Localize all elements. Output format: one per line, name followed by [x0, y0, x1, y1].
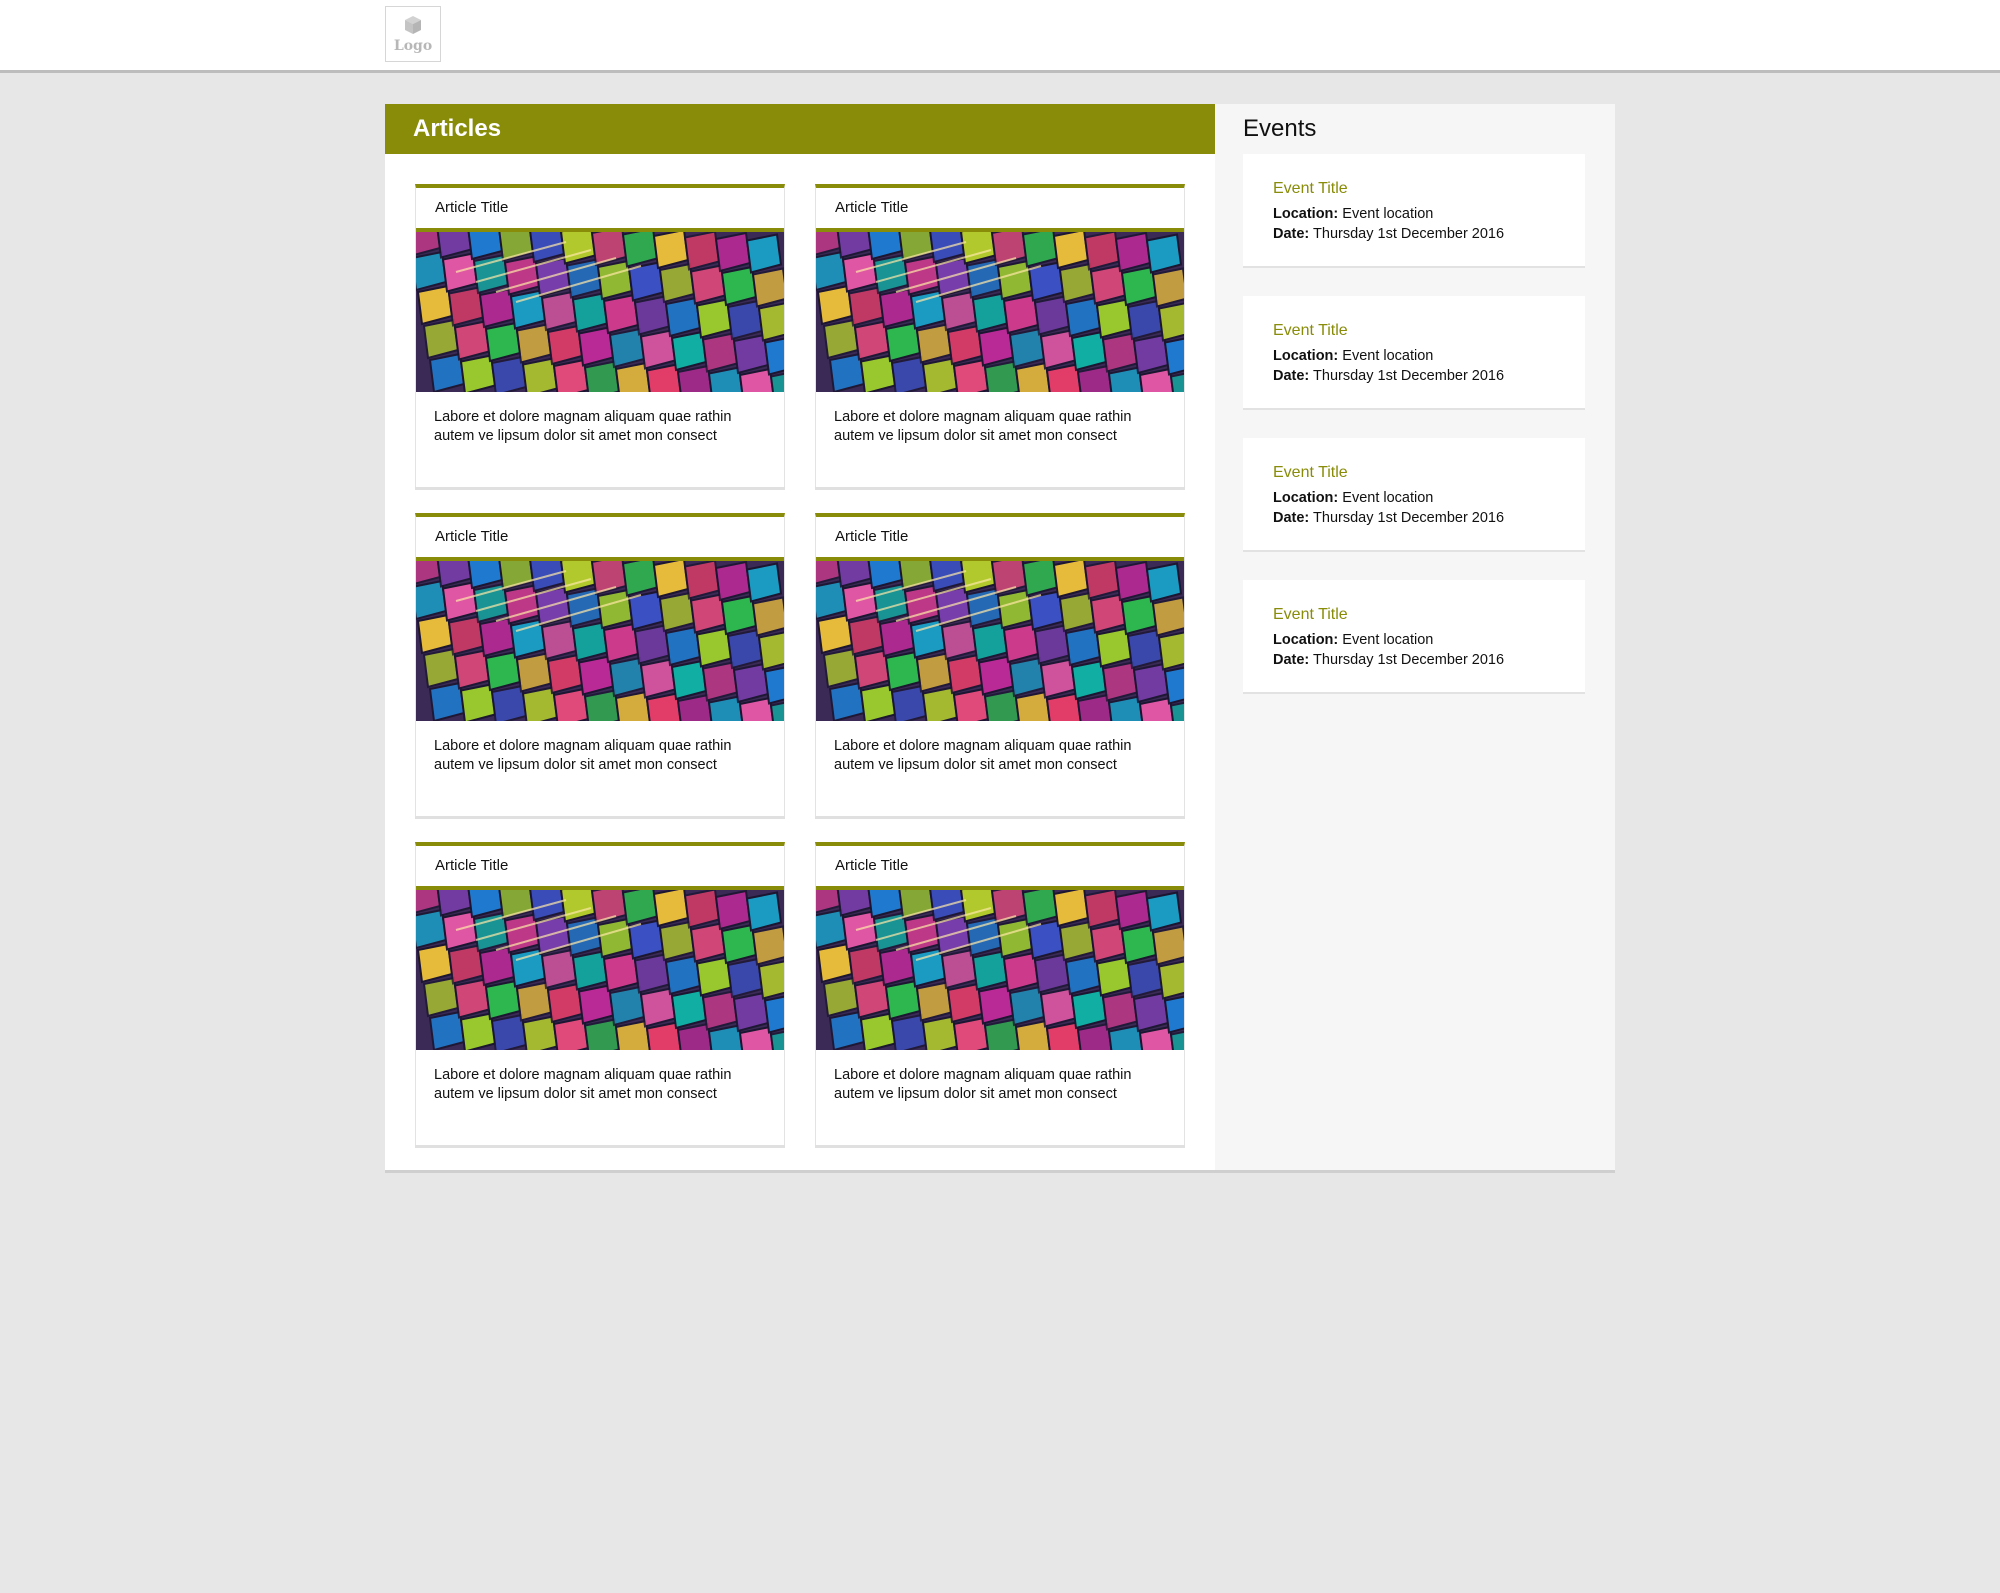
top-bar: Logo	[0, 0, 2000, 73]
article-excerpt: Labore et dolore magnam aliquam quae rat…	[834, 409, 1132, 444]
event-date: Date: Thursday 1st December 2016	[1273, 226, 1505, 242]
article-card[interactable]: Article Title Labore et dolore magnam al…	[815, 842, 1185, 1145]
article-excerpt: Labore et dolore magnam aliquam quae rat…	[834, 738, 1132, 773]
article-image[interactable]	[816, 890, 1184, 1050]
event-date: Date: Thursday 1st December 2016	[1273, 368, 1505, 384]
article-card[interactable]: Article Title Labore et dolore magnam al…	[415, 513, 785, 816]
events-sidebar: Events Event Title Location: Event locat…	[1215, 104, 1615, 1170]
article-card[interactable]: Article Title Labore et dolore magnam al…	[815, 513, 1185, 816]
article-title[interactable]: Article Title	[416, 846, 784, 890]
article-image[interactable]	[416, 561, 784, 721]
article-excerpt: Labore et dolore magnam aliquam quae rat…	[434, 409, 732, 444]
event-card[interactable]: Event Title Location: Event location Dat…	[1243, 154, 1585, 266]
articles-section: Articles Article Title Labore et dolore …	[385, 104, 1215, 1170]
event-card[interactable]: Event Title Location: Event location Dat…	[1243, 296, 1585, 408]
logo[interactable]: Logo	[385, 6, 441, 62]
article-image[interactable]	[816, 232, 1184, 392]
article-image[interactable]	[416, 890, 784, 1050]
article-title[interactable]: Article Title	[816, 846, 1184, 890]
event-location: Location: Event location	[1273, 348, 1434, 364]
event-card[interactable]: Event Title Location: Event location Dat…	[1243, 580, 1585, 692]
event-title[interactable]: Event Title	[1273, 322, 1585, 340]
event-title[interactable]: Event Title	[1273, 606, 1585, 624]
article-title[interactable]: Article Title	[816, 517, 1184, 561]
article-card[interactable]: Article Title Labore et dolore magnam al…	[815, 184, 1185, 487]
article-image[interactable]	[816, 561, 1184, 721]
article-excerpt: Labore et dolore magnam aliquam quae rat…	[434, 1067, 732, 1102]
event-title[interactable]: Event Title	[1273, 180, 1585, 198]
event-location: Location: Event location	[1273, 490, 1434, 506]
article-title[interactable]: Article Title	[816, 188, 1184, 232]
main-container: Articles Article Title Labore et dolore …	[385, 104, 1615, 1173]
article-card[interactable]: Article Title Labore et dolore magnam al…	[415, 184, 785, 487]
events-heading: Events	[1243, 115, 1317, 142]
event-date: Date: Thursday 1st December 2016	[1273, 510, 1505, 526]
article-card[interactable]: Article Title Labore et dolore magnam al…	[415, 842, 785, 1145]
article-title[interactable]: Article Title	[416, 188, 784, 232]
article-excerpt: Labore et dolore magnam aliquam quae rat…	[434, 738, 732, 773]
event-location: Location: Event location	[1273, 632, 1434, 648]
event-date: Date: Thursday 1st December 2016	[1273, 652, 1505, 668]
articles-grid: Article Title Labore et dolore magnam al…	[415, 184, 1185, 1145]
article-image[interactable]	[416, 232, 784, 392]
cube-icon	[402, 14, 424, 36]
logo-label: Logo	[393, 38, 433, 54]
article-excerpt: Labore et dolore magnam aliquam quae rat…	[834, 1067, 1132, 1102]
event-location: Location: Event location	[1273, 206, 1434, 222]
event-card[interactable]: Event Title Location: Event location Dat…	[1243, 438, 1585, 550]
article-title[interactable]: Article Title	[416, 517, 784, 561]
articles-heading: Articles	[385, 104, 1215, 154]
event-title[interactable]: Event Title	[1273, 464, 1585, 482]
